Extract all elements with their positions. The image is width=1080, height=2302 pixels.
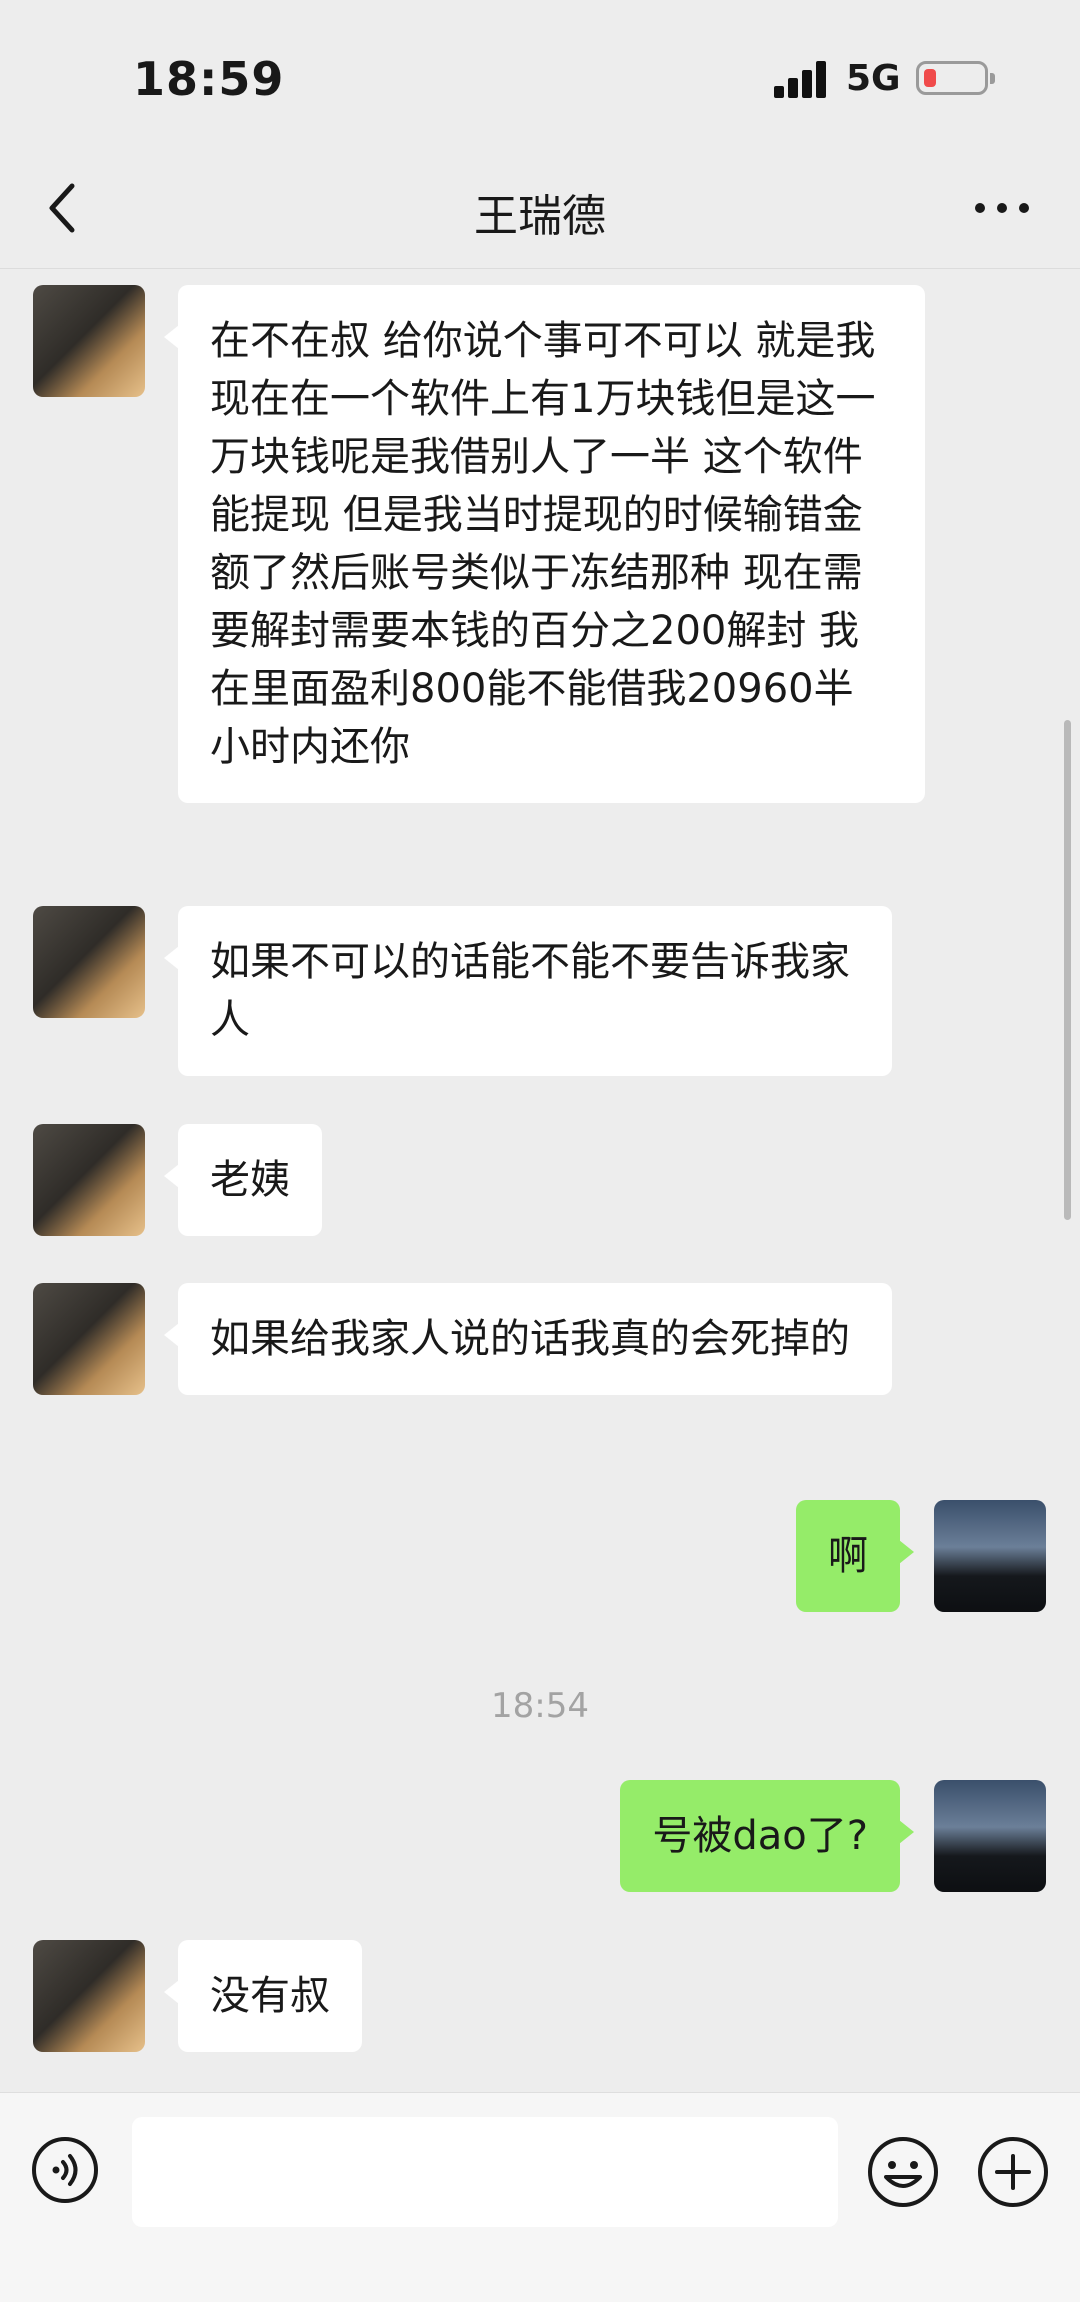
timestamp: 18:54 [491, 1686, 589, 1726]
message-bubble[interactable]: 如果不可以的话能不能不要告诉我家人 [164, 906, 892, 1076]
status-time: 18:59 [133, 52, 285, 106]
battery-level [924, 69, 936, 87]
contact-avatar[interactable] [33, 285, 145, 397]
more-dots-icon [975, 203, 1029, 213]
scrollbar[interactable] [1064, 720, 1071, 1220]
contact-avatar[interactable] [33, 906, 145, 1018]
chat-title: 王瑞德 [474, 191, 606, 242]
emoji-icon [868, 2137, 938, 2207]
more-button[interactable] [972, 178, 1032, 238]
voice-icon [32, 2137, 98, 2203]
plus-icon [978, 2137, 1048, 2207]
battery-icon [916, 61, 995, 95]
message-bubble-self[interactable]: 号被dao了? [620, 1780, 914, 1892]
voice-button[interactable] [30, 2135, 100, 2205]
message-bubble[interactable]: 在不在叔 给你说个事可不可以 就是我现在在一个软件上有1万块钱但是这一万块钱呢是… [164, 285, 925, 803]
signal-icon [774, 60, 830, 98]
network-label: 5G [846, 58, 901, 99]
contact-avatar[interactable] [33, 1940, 145, 2052]
message-bubble[interactable]: 老姨 [164, 1124, 322, 1236]
contact-avatar[interactable] [33, 1124, 145, 1236]
message-bubble[interactable]: 如果给我家人说的话我真的会死掉的 [164, 1283, 892, 1395]
message-bubble[interactable]: 没有叔 [164, 1940, 362, 2052]
message-input[interactable] [132, 2117, 838, 2227]
message-bubble-self[interactable]: 啊 [796, 1500, 914, 1612]
plus-button[interactable] [976, 2135, 1050, 2209]
emoji-button[interactable] [866, 2135, 940, 2209]
self-avatar[interactable] [934, 1780, 1046, 1892]
self-avatar[interactable] [934, 1500, 1046, 1612]
input-bar [0, 2092, 1080, 2302]
nav-bar: 王瑞德 [0, 150, 1080, 269]
contact-avatar[interactable] [33, 1283, 145, 1395]
